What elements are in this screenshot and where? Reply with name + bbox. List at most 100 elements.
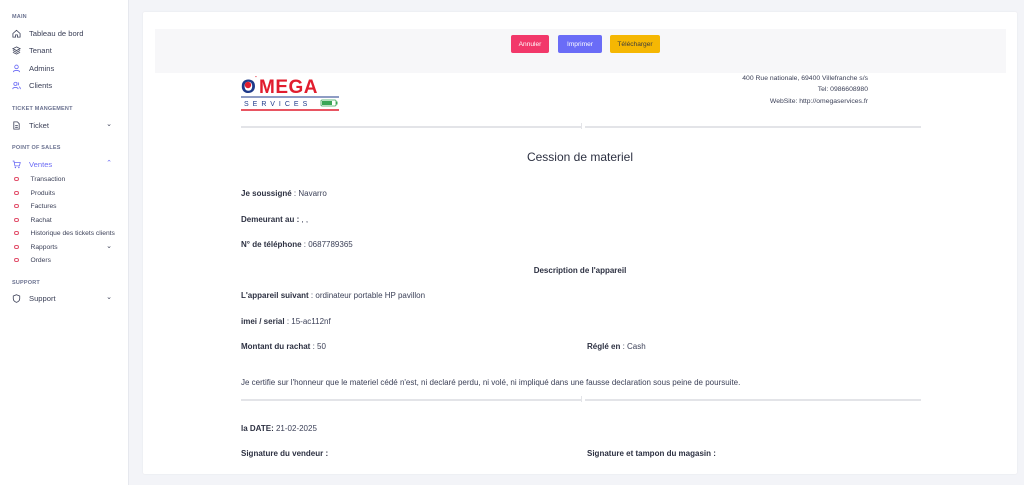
field-value: ordinateur portable HP pavillon (315, 291, 426, 300)
sidebar-subitem-factures[interactable]: Factures (14, 200, 124, 212)
sidebar-subitem-transaction[interactable]: Transaction (14, 173, 124, 185)
bullet-icon (14, 217, 19, 223)
field-value: 21-02-2025 (275, 424, 317, 433)
sidebar-item-admins[interactable]: Admins (12, 61, 118, 75)
sidebar-item-tenant[interactable]: Tenant (12, 43, 118, 57)
field-label: imei / serial (241, 317, 285, 326)
chevron-down-icon: ⌄ (106, 294, 112, 301)
print-button[interactable]: Imprimer (558, 35, 602, 53)
section-label-pos: POINT OF SALES (12, 145, 61, 151)
sidebar-item-label: Tableau de bord (29, 28, 84, 38)
sidebar-subitem-label: Transaction (30, 175, 66, 183)
sidebar-item-label: Clients (29, 80, 53, 90)
sidebar: MAIN Tableau de bord Tenant Admins Clien… (0, 0, 129, 485)
sidebar-subitem-rachat[interactable]: Rachat (14, 214, 124, 226)
divider (241, 399, 581, 401)
field-label: Je soussigné (241, 189, 292, 198)
field-regle: Réglé en : Cash (587, 342, 646, 351)
sidebar-item-support[interactable]: Support ⌄ (12, 291, 118, 305)
company-address: 400 Rue nationale, 69400 Villefranche s/… (742, 73, 868, 107)
sidebar-item-ventes[interactable]: Ventes ⌃ (12, 157, 118, 171)
section-label-support: SUPPORT (12, 280, 40, 286)
certification-text: Je certifie sur l'honneur que le materie… (241, 378, 741, 387)
sidebar-subitem-label: Factures (30, 202, 57, 210)
field-label: Réglé en (587, 342, 621, 351)
address-line: 400 Rue nationale, 69400 Villefranche s/… (742, 75, 868, 82)
bullet-icon (14, 230, 19, 236)
divider-tick (581, 396, 582, 402)
document-title: Cession de materiel (526, 150, 634, 164)
sidebar-subitem-produits[interactable]: Produits (14, 187, 124, 199)
field-label: la DATE: (241, 424, 274, 433)
field-value: 50 (317, 342, 326, 351)
field-phone: N° de téléphone : 0687789365 (241, 240, 353, 249)
field-label: Montant du rachat (241, 342, 311, 351)
sidebar-item-label: Ventes (29, 159, 53, 169)
sidebar-item-label: Admins (29, 63, 55, 73)
divider-tick (581, 123, 582, 129)
signature-vendor: Signature du vendeur : (241, 449, 328, 458)
sidebar-subitem-label: Produits (30, 189, 56, 197)
sidebar-subitem-label: Orders (30, 256, 51, 264)
divider (585, 399, 921, 401)
sidebar-subitem-label: Rachat (30, 216, 52, 224)
field-appareil: L'appareil suivant : ordinateur portable… (241, 291, 426, 300)
download-button[interactable]: Télécharger (610, 35, 660, 53)
field-label: Demeurant au : (241, 215, 300, 224)
bullet-icon (14, 190, 19, 196)
website-line: WebSite: http://omegaservices.fr (769, 97, 868, 105)
sidebar-subitem-historique[interactable]: Historique des tickets clients (14, 227, 124, 239)
document-card: Annuler Imprimer Télécharger O ' MEGA SE… (143, 12, 1017, 474)
file-icon (12, 120, 21, 130)
field-value: Cash (627, 342, 646, 351)
home-icon (12, 29, 21, 38)
sidebar-item-dashboard[interactable]: Tableau de bord (12, 26, 118, 40)
field-value: 0687789365 (308, 240, 353, 249)
divider (585, 126, 921, 128)
layers-icon (12, 45, 21, 55)
shield-icon (12, 293, 21, 303)
chevron-down-icon: ⌄ (106, 121, 112, 128)
phone-line: Tel: 0986608980 (817, 86, 868, 94)
bullet-icon (14, 203, 19, 209)
field-label: Signature et tampon du magasin : (587, 449, 716, 458)
cancel-button[interactable]: Annuler (511, 35, 549, 53)
sidebar-subitem-label: Rapports (30, 243, 58, 251)
section-label-main: MAIN (12, 14, 27, 20)
chevron-up-icon: ⌃ (106, 160, 112, 167)
svg-text:MEGA: MEGA (259, 77, 318, 98)
field-imei: imei / serial : 15-ac112nf (241, 317, 331, 326)
svg-text:': ' (255, 76, 257, 83)
sidebar-item-ticket[interactable]: Ticket ⌄ (12, 118, 118, 132)
field-date: la DATE: 21-02-2025 (241, 424, 317, 433)
chevron-down-icon: ⌄ (106, 243, 112, 250)
bullet-icon (14, 244, 19, 250)
sidebar-item-label: Tenant (29, 45, 52, 55)
field-demeurant: Demeurant au : , , (241, 215, 308, 224)
bullet-icon (14, 176, 19, 182)
field-label: L'appareil suivant (241, 291, 309, 300)
cart-icon (12, 160, 21, 169)
bullet-icon (14, 257, 19, 263)
sidebar-subitem-orders[interactable]: Orders (14, 254, 124, 266)
field-label: Signature du vendeur : (241, 449, 329, 458)
field-label: N° de téléphone (241, 240, 302, 249)
sidebar-item-clients[interactable]: Clients (12, 78, 118, 92)
field-value: Navarro (298, 189, 327, 198)
signature-shop: Signature et tampon du magasin : (587, 449, 716, 458)
user-icon (12, 64, 21, 73)
company-logo: O ' MEGA SERVICES (241, 74, 341, 116)
field-soussigne: Je soussigné : Navarro (241, 189, 327, 198)
sidebar-subitem-rapports[interactable]: Rapports ⌄ (14, 241, 124, 253)
sidebar-item-label: Support (29, 293, 56, 303)
sidebar-subitem-label: Historique des tickets clients (30, 229, 115, 237)
device-section-heading: Description de l'appareil (533, 266, 627, 275)
users-icon (12, 81, 21, 90)
field-value: 15-ac112nf (291, 317, 331, 326)
sidebar-item-label: Ticket (29, 120, 49, 130)
section-label-ticket: TICKET MANGEMENT (12, 106, 73, 112)
divider (241, 126, 581, 128)
field-montant: Montant du rachat : 50 (241, 342, 326, 351)
field-value: , , (301, 215, 309, 224)
svg-text:SERVICES: SERVICES (244, 101, 311, 108)
